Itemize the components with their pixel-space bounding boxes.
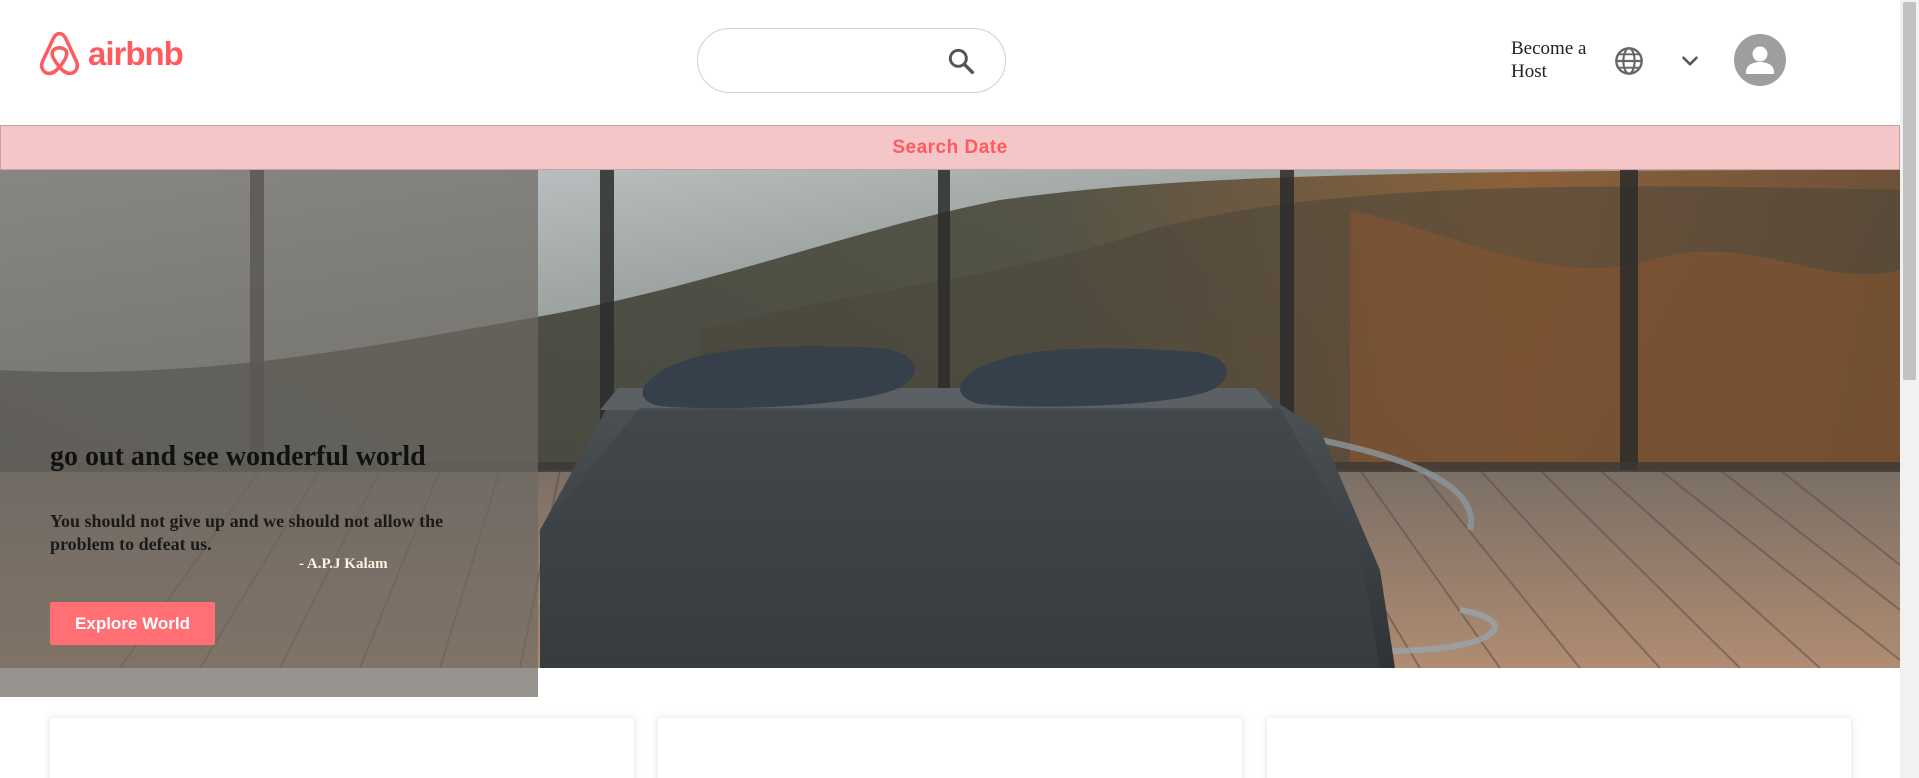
hero-quote-author: - A.P.J Kalam [299, 556, 388, 572]
top-navbar: airbnb Become a Host [0, 0, 1900, 125]
search-input[interactable] [720, 45, 940, 77]
hero-quote: You should not give up and we should not… [50, 511, 444, 554]
listing-card[interactable] [1267, 718, 1851, 778]
search-date-label: Search Date [892, 136, 1008, 158]
user-avatar-icon[interactable] [1734, 34, 1786, 86]
scrollbar-thumb[interactable] [1903, 2, 1916, 380]
airbnb-belo-icon [39, 31, 80, 76]
become-host-link[interactable]: Become a Host [1511, 37, 1611, 83]
explore-world-button[interactable]: Explore World [50, 602, 215, 645]
search-icon[interactable] [945, 45, 977, 77]
chevron-down-icon[interactable] [1677, 48, 1703, 74]
listing-card[interactable] [658, 718, 1242, 778]
page-scrollbar[interactable] [1900, 0, 1919, 778]
listing-card[interactable] [50, 718, 634, 778]
search-date-button[interactable]: Search Date [0, 125, 1900, 170]
airbnb-logo[interactable]: airbnb [37, 30, 184, 78]
globe-icon[interactable] [1613, 45, 1645, 77]
person-icon [1746, 46, 1774, 74]
hero-title: go out and see wonderful world [50, 441, 426, 472]
logo-wordmark: airbnb [88, 35, 184, 72]
